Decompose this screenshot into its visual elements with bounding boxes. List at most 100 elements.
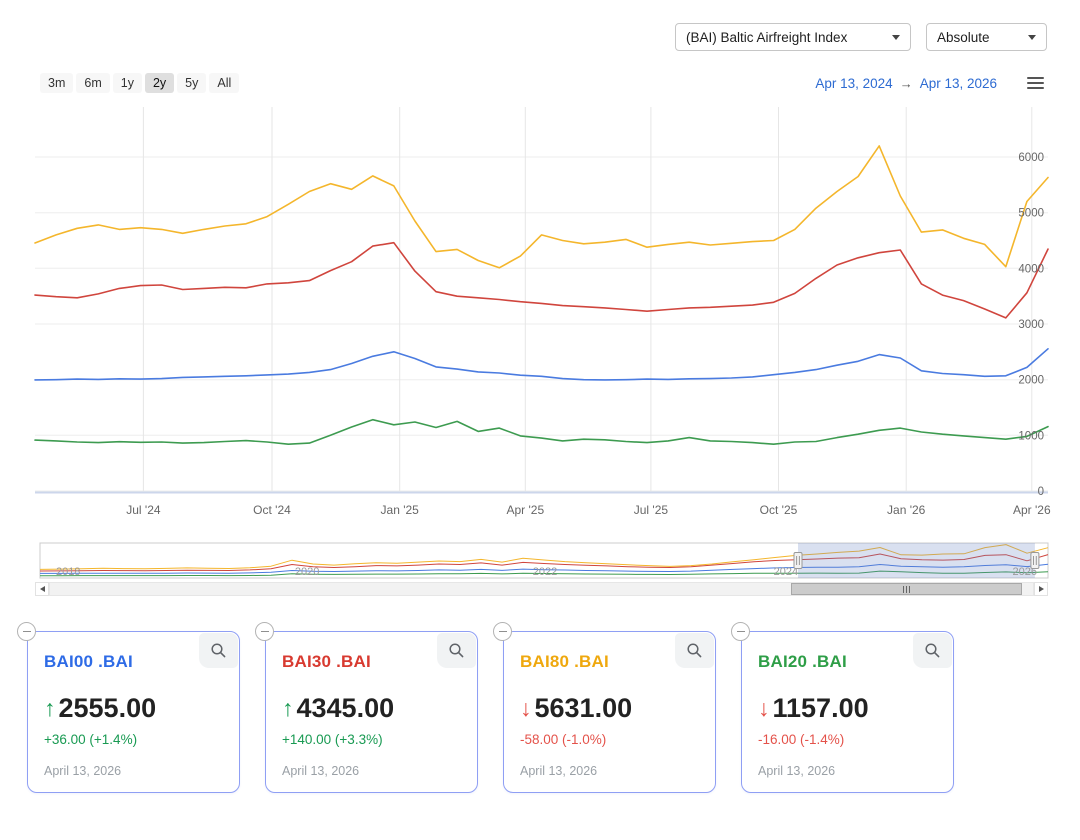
triangle-right-icon <box>1038 586 1044 592</box>
svg-text:Apr '26: Apr '26 <box>1013 503 1051 517</box>
svg-text:Oct '24: Oct '24 <box>253 503 291 517</box>
magnifier-icon <box>211 643 226 658</box>
card-value: 4345.00 <box>296 693 395 723</box>
price-chart-area[interactable]: 0 1000 2000 3000 4000 5000 6000 Jul '24 Oct '24 J… <box>0 100 1080 520</box>
svg-text:1000: 1000 <box>1018 430 1044 442</box>
trend-up-icon: ↑ <box>282 695 294 721</box>
series-line-bai00 <box>34 348 1049 381</box>
mode-select[interactable]: Absolute <box>926 23 1047 51</box>
chevron-down-icon <box>1028 34 1036 40</box>
magnifier-icon <box>687 643 702 658</box>
card-value-row: ↑ 2555.00 <box>44 693 223 724</box>
card-date: April 13, 2026 <box>758 764 836 778</box>
range-button-2y[interactable]: 2y <box>144 73 175 93</box>
svg-text:Jan '26: Jan '26 <box>887 503 926 517</box>
menu-icon <box>1027 76 1044 79</box>
scrollbar-thumb[interactable] <box>790 583 1023 595</box>
date-to-input[interactable]: Apr 13, 2026 <box>920 76 997 91</box>
svg-text:3000: 3000 <box>1018 319 1044 331</box>
navigator[interactable]: 2018 2020 2022 2024 2026 <box>0 538 1080 588</box>
card-zoom-button[interactable] <box>199 633 238 668</box>
arrow-right-icon: → <box>899 75 913 91</box>
scrollbar-right-arrow-button[interactable] <box>1034 582 1048 596</box>
card-bai00: BAI00 .BAI ↑ 2555.00 +36.00 (+1.4%) Apri… <box>17 622 240 793</box>
navigator-selected-range[interactable] <box>798 543 1035 578</box>
range-selector: 3m 6m 1y 2y 5y All <box>40 73 240 93</box>
magnifier-icon <box>449 643 464 658</box>
scrollbar-left-arrow-button[interactable] <box>35 582 49 596</box>
card-bai30: BAI30 .BAI ↑ 4345.00 +140.00 (+3.3%) Apr… <box>255 622 478 793</box>
svg-text:2000: 2000 <box>1018 375 1044 387</box>
card-collapse-handle[interactable] <box>255 622 274 641</box>
card-bai80: BAI80 .BAI ↓ 5631.00 -58.00 (-1.0%) Apri… <box>493 622 716 793</box>
card-value-row: ↑ 4345.00 <box>282 693 461 724</box>
range-button-5y[interactable]: 5y <box>177 73 207 93</box>
navigator-svg: 2018 2020 2022 2024 2026 <box>39 542 1049 579</box>
card-value: 1157.00 <box>772 693 869 723</box>
series-line-bai30 <box>34 241 1049 319</box>
magnifier-icon <box>925 643 940 658</box>
card-zoom-button[interactable] <box>437 633 476 668</box>
svg-text:4000: 4000 <box>1018 263 1044 275</box>
mode-select-value: Absolute <box>937 29 990 45</box>
svg-text:Oct '25: Oct '25 <box>760 503 798 517</box>
svg-text:0: 0 <box>1038 486 1044 498</box>
series-line-bai20 <box>34 418 1049 446</box>
chart-context-menu-button[interactable] <box>1025 75 1046 92</box>
date-from-input[interactable]: Apr 13, 2024 <box>815 76 892 91</box>
header-controls: (BAI) Baltic Airfreight Index Absolute <box>675 23 1047 51</box>
card-zoom-button[interactable] <box>675 633 714 668</box>
svg-text:5000: 5000 <box>1018 208 1044 220</box>
card-change: -58.00 (-1.0%) <box>520 732 607 747</box>
scrollbar <box>35 582 1048 596</box>
range-button-3m[interactable]: 3m <box>40 73 74 93</box>
card-collapse-handle[interactable] <box>731 622 750 641</box>
card-change: -16.00 (-1.4%) <box>758 732 845 747</box>
svg-text:Apr '25: Apr '25 <box>506 503 544 517</box>
card-value: 2555.00 <box>58 693 157 723</box>
card-date: April 13, 2026 <box>520 764 598 778</box>
chevron-down-icon <box>892 34 900 40</box>
svg-text:Jan '25: Jan '25 <box>381 503 420 517</box>
triangle-left-icon <box>39 586 45 592</box>
card-bai20: BAI20 .BAI ↓ 1157.00 -16.00 (-1.4%) Apri… <box>731 622 954 793</box>
card-change: +140.00 (+3.3%) <box>282 732 383 747</box>
svg-text:Jul '25: Jul '25 <box>634 503 669 517</box>
minus-icon <box>736 630 745 633</box>
card-symbol: BAI80 .BAI <box>520 652 609 671</box>
index-select[interactable]: (BAI) Baltic Airfreight Index <box>675 23 911 51</box>
trend-down-icon: ↓ <box>520 695 532 721</box>
navigator-left-handle[interactable] <box>793 552 803 569</box>
card-symbol: BAI30 .BAI <box>282 652 371 671</box>
trend-up-icon: ↑ <box>44 695 56 721</box>
card-zoom-button[interactable] <box>913 633 952 668</box>
range-button-all[interactable]: All <box>209 73 240 93</box>
scrollbar-track[interactable] <box>49 582 1034 596</box>
card-value-row: ↓ 5631.00 <box>520 693 699 724</box>
card-change: +36.00 (+1.4%) <box>44 732 138 747</box>
minus-icon <box>498 630 507 633</box>
svg-text:2022: 2022 <box>533 566 557 578</box>
grip-icon <box>902 585 904 593</box>
card-symbol: BAI20 .BAI <box>758 652 847 671</box>
trend-down-icon: ↓ <box>758 695 770 721</box>
index-select-value: (BAI) Baltic Airfreight Index <box>686 29 848 45</box>
card-collapse-handle[interactable] <box>17 622 36 641</box>
svg-text:2018: 2018 <box>56 566 80 578</box>
index-cards: BAI00 .BAI ↑ 2555.00 +36.00 (+1.4%) Apri… <box>17 622 954 793</box>
series-line-bai80 <box>34 145 1049 269</box>
range-button-6m[interactable]: 6m <box>76 73 110 93</box>
navigator-right-handle[interactable] <box>1030 552 1040 569</box>
minus-icon <box>260 630 269 633</box>
svg-text:6000: 6000 <box>1018 152 1044 164</box>
svg-text:2020: 2020 <box>295 566 319 578</box>
range-button-1y[interactable]: 1y <box>112 73 142 93</box>
card-value: 5631.00 <box>534 693 633 723</box>
date-range: Apr 13, 2024 → Apr 13, 2026 <box>815 76 997 91</box>
toolbar: 3m 6m 1y 2y 5y All Apr 13, 2024 → Apr 13… <box>40 72 1046 94</box>
toolbar-right: Apr 13, 2024 → Apr 13, 2026 <box>815 75 1046 92</box>
price-chart-svg: 0 1000 2000 3000 4000 5000 6000 Jul '24 Oct '24 J… <box>34 107 1051 517</box>
card-collapse-handle[interactable] <box>493 622 512 641</box>
card-symbol: BAI00 .BAI <box>44 652 133 671</box>
svg-text:Jul '24: Jul '24 <box>126 503 161 517</box>
